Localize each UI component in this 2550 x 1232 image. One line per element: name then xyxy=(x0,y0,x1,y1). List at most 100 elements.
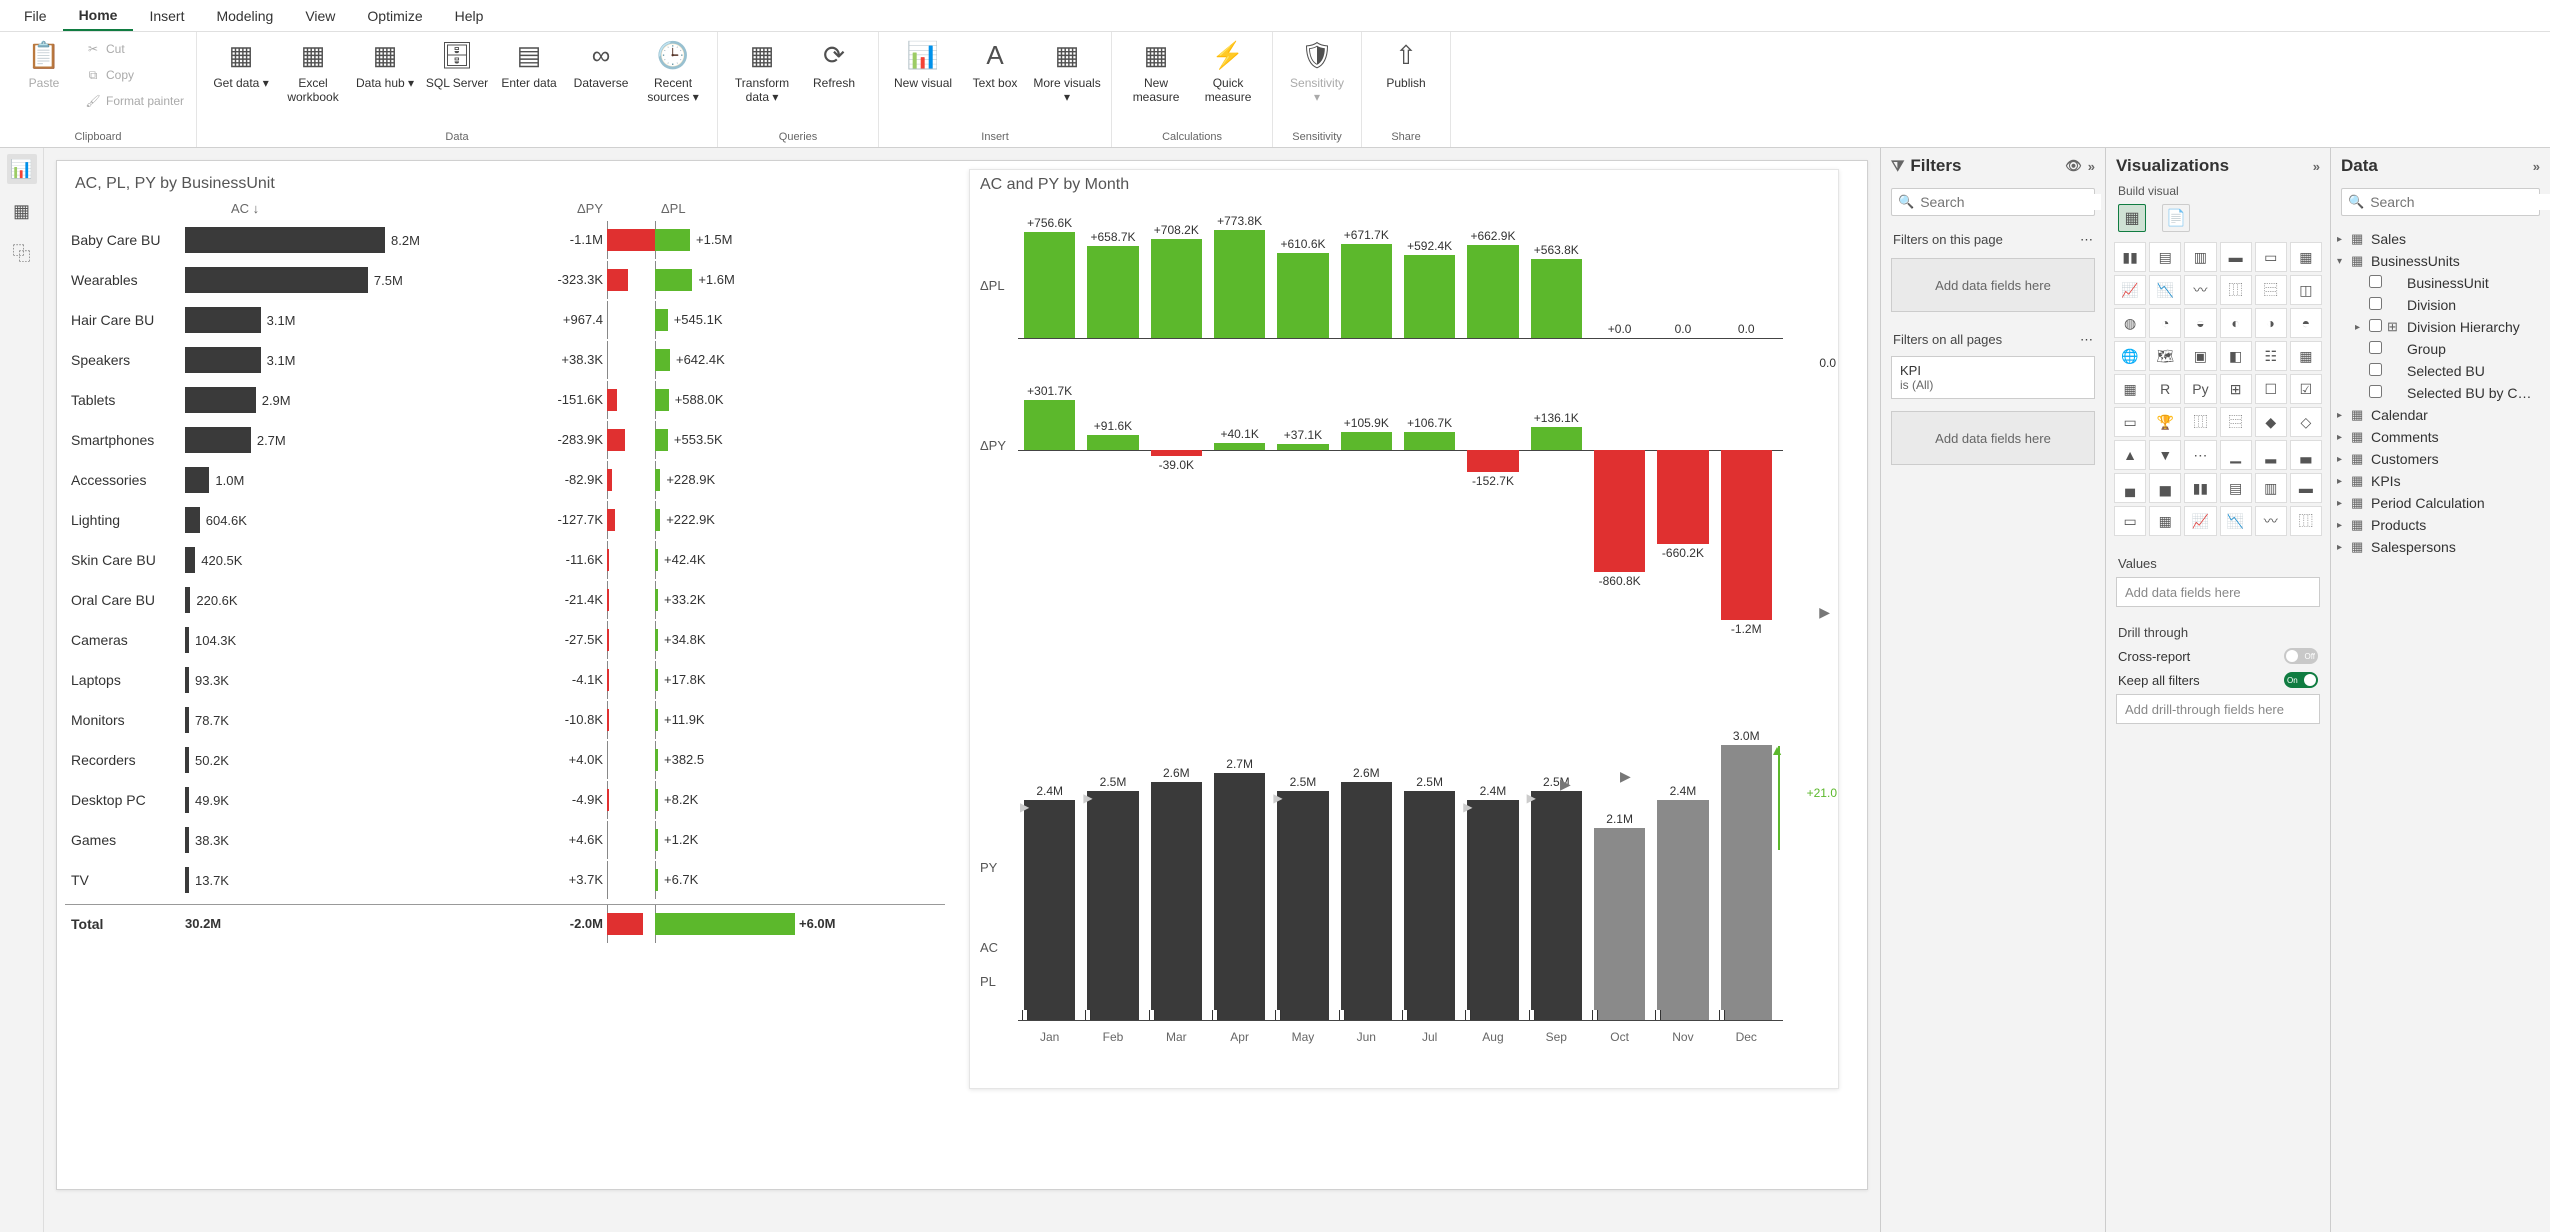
data-view-button[interactable]: ▦ xyxy=(7,196,37,226)
field-division-hierarchy[interactable]: ▸⊞Division Hierarchy xyxy=(2335,316,2546,338)
viz-type-button[interactable]: ◐ xyxy=(2220,308,2252,338)
viz-type-button[interactable]: ▥ xyxy=(2255,473,2287,503)
viz-type-button[interactable]: ▭ xyxy=(2114,407,2146,437)
viz-type-button[interactable]: ◍ xyxy=(2114,308,2146,338)
copy-button[interactable]: ⧉Copy xyxy=(80,62,188,88)
viz-type-button[interactable]: ▥ xyxy=(2184,242,2216,272)
tab-modeling[interactable]: Modeling xyxy=(200,2,289,30)
table-row[interactable]: Hair Care BU3.1M+967.4+545.1K xyxy=(65,300,945,340)
table-row[interactable]: Desktop PC49.9K-4.9K+8.2K xyxy=(65,780,945,820)
viz-type-button[interactable]: ◒ xyxy=(2184,308,2216,338)
field-selected-bu[interactable]: Selected BU xyxy=(2335,360,2546,382)
field-checkbox[interactable] xyxy=(2369,275,2382,288)
text-box-button[interactable]: AText box xyxy=(959,36,1031,94)
tab-file[interactable]: File xyxy=(8,2,63,30)
format-painter-button[interactable]: 🖌Format painter xyxy=(80,88,188,114)
quick-measure-button[interactable]: ⚡Quick measure xyxy=(1192,36,1264,109)
viz-type-button[interactable]: ☑ xyxy=(2290,374,2322,404)
viz-type-button[interactable]: ▣ xyxy=(2184,341,2216,371)
viz-type-button[interactable]: ▂ xyxy=(2255,440,2287,470)
filters-all-pages-well[interactable]: Add data fields here xyxy=(1891,411,2095,465)
viz-type-button[interactable]: R xyxy=(2149,374,2181,404)
field-checkbox[interactable] xyxy=(2369,363,2382,376)
play-button-2[interactable]: ▶ xyxy=(1560,776,1571,793)
format-mode-button[interactable]: 📄 xyxy=(2162,204,2190,232)
play-button-1[interactable]: ▶ xyxy=(1819,604,1830,621)
table-row[interactable]: Laptops93.3K-4.1K+17.8K xyxy=(65,660,945,700)
cross-report-toggle[interactable] xyxy=(2284,648,2318,664)
field-businessunit[interactable]: BusinessUnit xyxy=(2335,272,2546,294)
tab-home[interactable]: Home xyxy=(63,1,134,31)
viz-type-button[interactable]: ▁ xyxy=(2220,440,2252,470)
new-measure-button[interactable]: ▦New measure xyxy=(1120,36,1192,109)
viz-type-button[interactable]: ◫ xyxy=(2290,275,2322,305)
col-dpl-header[interactable]: ΔPL xyxy=(647,201,907,216)
filter-kpi[interactable]: KPI is (All) xyxy=(1891,356,2095,399)
viz-type-button[interactable]: ◓ xyxy=(2290,308,2322,338)
viz-type-button[interactable]: 📈 xyxy=(2184,506,2216,536)
viz-type-button[interactable]: 🏆 xyxy=(2149,407,2181,437)
enter-data-button[interactable]: ▤Enter data xyxy=(493,36,565,94)
table-comments[interactable]: ▸▦Comments xyxy=(2335,426,2546,448)
field-checkbox[interactable] xyxy=(2369,341,2382,354)
transform-data-button[interactable]: ▦Transform data ▾ xyxy=(726,36,798,109)
viz-type-button[interactable]: ▤ xyxy=(2220,473,2252,503)
model-view-button[interactable]: ⿻ xyxy=(7,238,37,268)
table-row[interactable]: Speakers3.1M+38.3K+642.4K xyxy=(65,340,945,380)
paste-button[interactable]: 📋 Paste xyxy=(8,36,80,94)
table-row[interactable]: Lighting604.6K-127.7K+222.9K xyxy=(65,500,945,540)
keep-filters-toggle[interactable] xyxy=(2284,672,2318,688)
report-view-button[interactable]: 📊 xyxy=(7,154,37,184)
business-unit-visual[interactable]: AC, PL, PY by BusinessUnit AC ↓ ΔPY ΔPL … xyxy=(65,169,945,1089)
filters-search[interactable]: 🔍 xyxy=(1891,188,2095,216)
viz-type-button[interactable]: ⋯ xyxy=(2184,440,2216,470)
viz-type-button[interactable]: ▄ xyxy=(2114,473,2146,503)
viz-type-button[interactable]: ▮▮ xyxy=(2114,242,2146,272)
field-checkbox[interactable] xyxy=(2369,319,2382,332)
publish-button[interactable]: ⇧Publish xyxy=(1370,36,1442,94)
recent-sources-button[interactable]: 🕒Recent sources ▾ xyxy=(637,36,709,109)
table-row[interactable]: Recorders50.2K+4.0K+382.5 xyxy=(65,740,945,780)
viz-type-button[interactable]: ▼ xyxy=(2149,440,2181,470)
viz-type-button[interactable]: ☐ xyxy=(2255,374,2287,404)
viz-type-button[interactable]: ▦ xyxy=(2149,506,2181,536)
viz-type-button[interactable]: ⿳ xyxy=(2220,407,2252,437)
field-checkbox[interactable] xyxy=(2369,297,2382,310)
filters-visibility-button[interactable]: 👁 xyxy=(2065,158,2082,174)
table-calendar[interactable]: ▸▦Calendar xyxy=(2335,404,2546,426)
tab-view[interactable]: View xyxy=(289,2,351,30)
table-row[interactable]: Monitors78.7K-10.8K+11.9K xyxy=(65,700,945,740)
table-row[interactable]: Games38.3K+4.6K+1.2K xyxy=(65,820,945,860)
table-row[interactable]: Skin Care BU420.5K-11.6K+42.4K xyxy=(65,540,945,580)
more-visuals-button[interactable]: ▦More visuals ▾ xyxy=(1031,36,1103,109)
field-selected-bu-by-c-[interactable]: Selected BU by C… xyxy=(2335,382,2546,404)
viz-type-button[interactable]: ▲ xyxy=(2114,440,2146,470)
viz-type-button[interactable]: ▬ xyxy=(2220,242,2252,272)
table-customers[interactable]: ▸▦Customers xyxy=(2335,448,2546,470)
month-visual[interactable]: AC and PY by Month ΔPL +756.6K+658.7K+70… xyxy=(969,169,1839,1089)
viz-type-button[interactable]: ▅ xyxy=(2149,473,2181,503)
table-row[interactable]: Cameras104.3K-27.5K+34.8K xyxy=(65,620,945,660)
table-businessunits[interactable]: ▾▦BusinessUnits xyxy=(2335,250,2546,272)
viz-type-button[interactable]: ▭ xyxy=(2114,506,2146,536)
viz-type-button[interactable]: ▦ xyxy=(2290,242,2322,272)
get-data-button[interactable]: ▦Get data ▾ xyxy=(205,36,277,94)
sql-server-button[interactable]: 🗄SQL Server xyxy=(421,36,493,94)
table-kpis[interactable]: ▸▦KPIs xyxy=(2335,470,2546,492)
viz-type-button[interactable]: 📈 xyxy=(2114,275,2146,305)
viz-type-button[interactable]: ▬ xyxy=(2290,473,2322,503)
viz-type-button[interactable]: ⊞ xyxy=(2220,374,2252,404)
play-button-3[interactable]: ▶ xyxy=(1620,768,1631,785)
table-salespersons[interactable]: ▸▦Salespersons xyxy=(2335,536,2546,558)
viz-type-button[interactable]: ▤ xyxy=(2149,242,2181,272)
table-period-calculation[interactable]: ▸▦Period Calculation xyxy=(2335,492,2546,514)
filters-ellipsis-2[interactable]: ⋯ xyxy=(2080,332,2093,348)
table-row[interactable]: TV13.7K+3.7K+6.7K xyxy=(65,860,945,900)
viz-type-button[interactable]: ☷ xyxy=(2255,341,2287,371)
new-visual-button[interactable]: 📊New visual xyxy=(887,36,959,94)
report-page[interactable]: AC, PL, PY by BusinessUnit AC ↓ ΔPY ΔPL … xyxy=(56,160,1868,1190)
viz-type-button[interactable]: ▦ xyxy=(2290,341,2322,371)
filters-this-page-well[interactable]: Add data fields here xyxy=(1891,258,2095,312)
col-ac-header[interactable]: AC ↓ xyxy=(227,201,477,216)
values-field-well[interactable]: Add data fields here xyxy=(2116,577,2320,607)
